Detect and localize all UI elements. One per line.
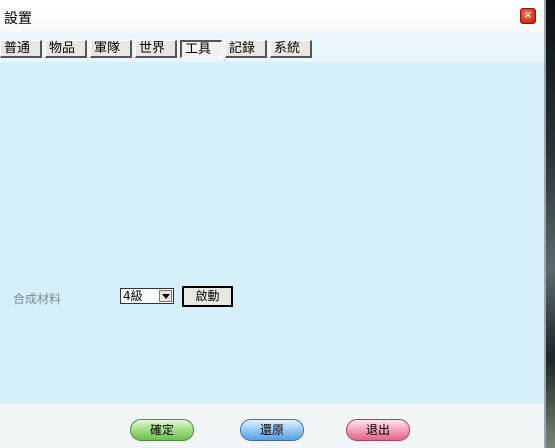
settings-dialog: 設置 ✕ 普通 物品 軍隊 世界 工具 記錄 系統 合成材料 4級 啟動 確定 …	[0, 0, 546, 448]
tab-items[interactable]: 物品	[45, 40, 87, 58]
title-bar: 設置 ✕	[0, 0, 544, 34]
level-select-value: 4級	[123, 289, 143, 303]
restore-button[interactable]: 還原	[240, 419, 304, 441]
footer-bar: 確定 還原 退出	[0, 404, 544, 448]
exit-button[interactable]: 退出	[346, 419, 410, 441]
confirm-button[interactable]: 確定	[130, 419, 194, 441]
dialog-title: 設置	[4, 11, 32, 27]
tab-system[interactable]: 系統	[270, 40, 312, 58]
start-button[interactable]: 啟動	[182, 286, 233, 307]
tab-army[interactable]: 軍隊	[90, 40, 132, 58]
tab-bar: 普通 物品 軍隊 世界 工具 記錄 系統	[0, 34, 544, 62]
close-icon: ✕	[523, 9, 533, 22]
tab-general[interactable]: 普通	[0, 40, 42, 58]
tab-tools[interactable]: 工具	[180, 40, 222, 58]
tools-panel: 合成材料 4級 啟動	[0, 62, 544, 404]
game-background	[545, 0, 555, 448]
chevron-down-icon[interactable]	[159, 290, 172, 302]
tab-world[interactable]: 世界	[135, 40, 177, 58]
close-button[interactable]: ✕	[520, 8, 536, 24]
level-select[interactable]: 4級	[120, 288, 174, 304]
material-label: 合成材料	[13, 292, 62, 306]
tab-log[interactable]: 記錄	[225, 40, 267, 58]
